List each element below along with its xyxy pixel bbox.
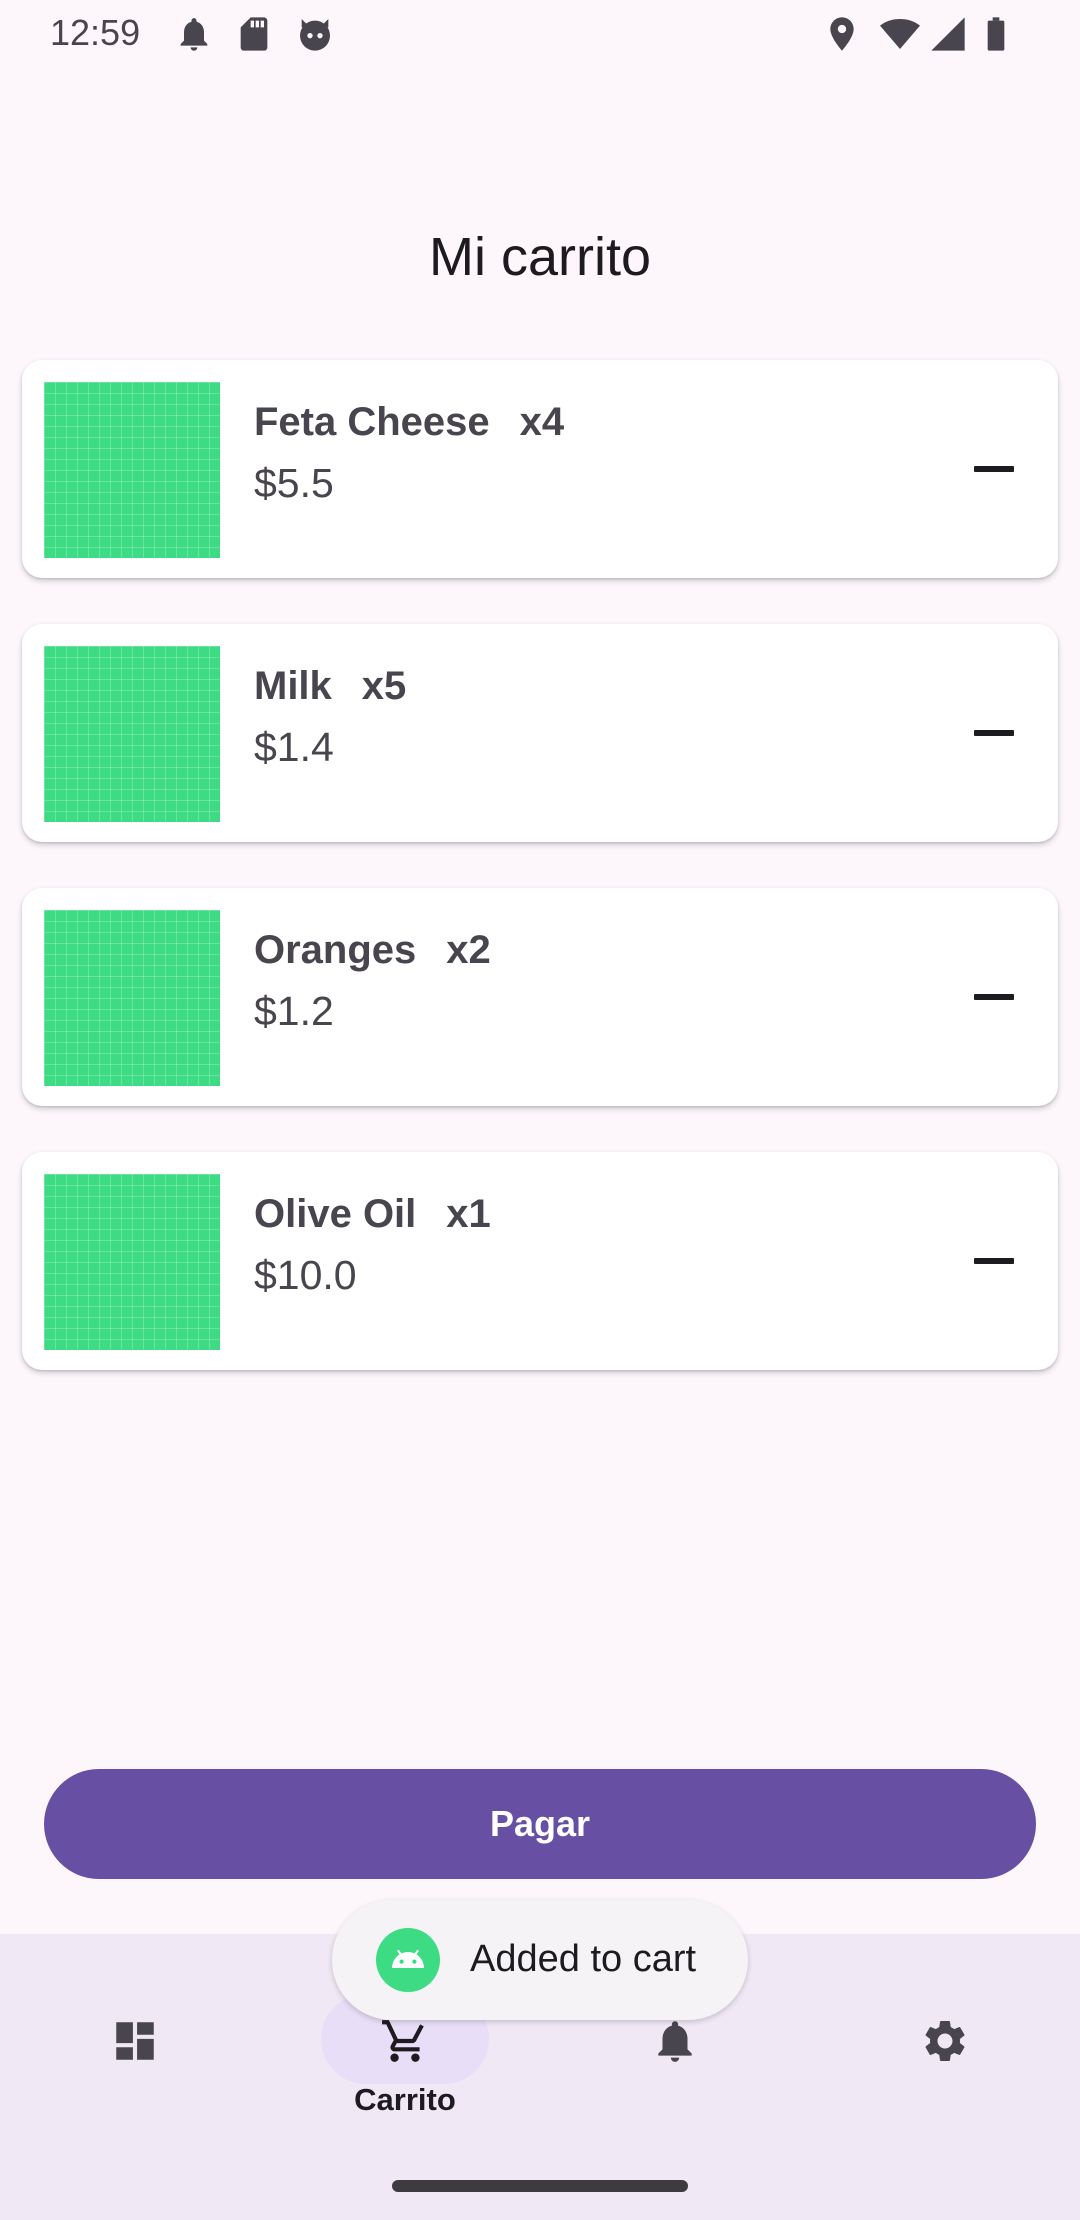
home-indicator[interactable] [392,2180,688,2192]
nav-item-settings[interactable] [810,1934,1080,2134]
bell-icon [658,2021,692,2062]
bell-icon [180,18,208,51]
item-name: Milk [254,664,332,708]
remove-item-button[interactable] [968,708,1018,758]
item-price: $10.0 [254,1252,357,1298]
product-thumbnail [44,1174,220,1350]
cart-item[interactable]: Olive Oil x1 $10.0 [22,1152,1058,1370]
item-price: $5.5 [254,460,334,506]
minus-icon [974,466,1014,472]
wifi-icon [880,19,920,49]
item-quantity: x4 [519,400,565,444]
minus-icon [974,994,1014,1000]
pay-button[interactable]: Pagar [44,1769,1036,1879]
status-time: 12:59 [50,12,141,53]
cart-icon [382,2020,424,2062]
sd-card-icon [240,17,268,51]
cart-item[interactable]: Feta Cheese x4 $5.5 [22,360,1058,578]
item-quantity: x1 [446,1192,491,1236]
product-thumbnail [44,382,220,558]
toast-message: Added to cart [470,1938,697,1980]
item-name: Oranges [254,928,417,972]
nav-item-dashboard[interactable] [0,1934,270,2134]
item-price: $1.2 [254,988,334,1034]
toast: Added to cart [332,1900,748,2020]
minus-icon [974,730,1014,736]
page-title: Mi carrito [428,227,651,287]
signal-icon [931,17,965,51]
cart-item[interactable]: Oranges x2 $1.2 [22,888,1058,1106]
product-thumbnail [44,646,220,822]
dashboard-icon [116,2022,154,2060]
nav-label-cart: Carrito [354,2082,456,2117]
item-name: Olive Oil [254,1192,417,1236]
cat-face-icon [300,19,330,51]
gear-icon [925,2021,965,2061]
android-icon [376,1928,440,1992]
location-icon [830,17,854,51]
cart-item[interactable]: Milk x5 $1.4 [22,624,1058,842]
remove-item-button[interactable] [968,972,1018,1022]
item-price: $1.4 [254,724,334,770]
item-quantity: x2 [446,928,491,972]
item-quantity: x5 [361,664,407,708]
item-name: Feta Cheese [254,400,490,444]
status-bar: 12:59 [0,0,1080,66]
remove-item-button[interactable] [968,444,1018,494]
product-thumbnail [44,910,220,1086]
minus-icon [974,1258,1014,1264]
remove-item-button[interactable] [968,1236,1018,1286]
battery-icon [987,17,1005,51]
